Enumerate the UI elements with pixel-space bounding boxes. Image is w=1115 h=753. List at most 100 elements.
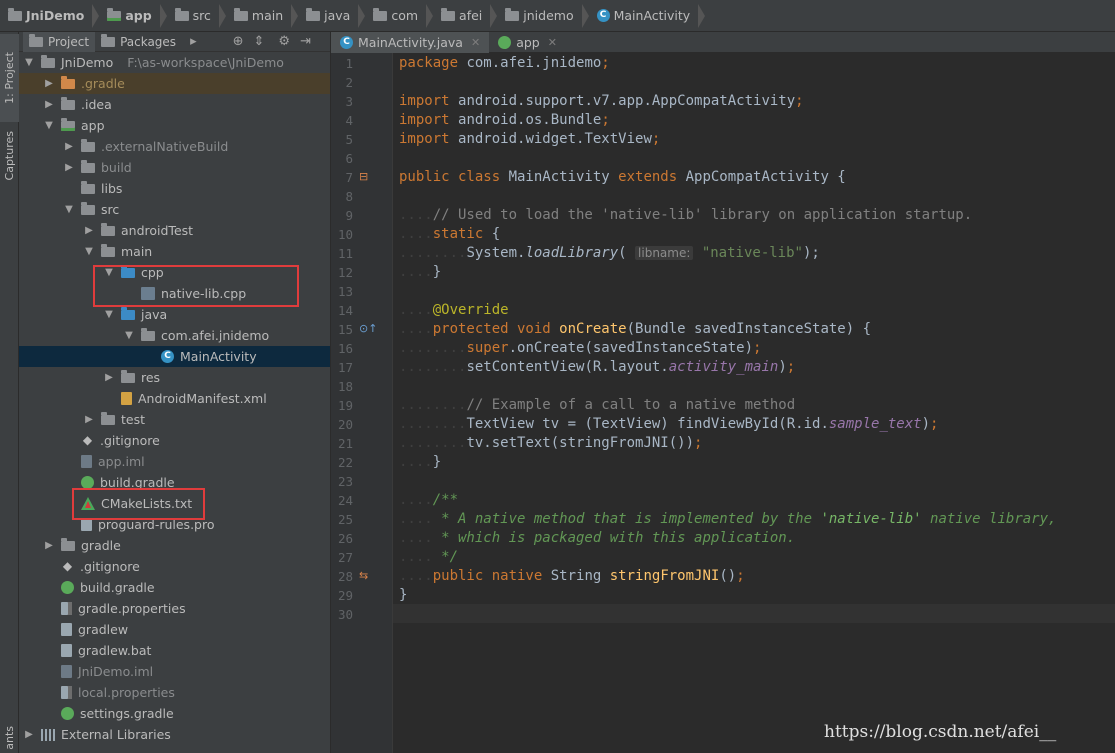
- tree-item[interactable]: ▶ External Libraries: [19, 724, 330, 745]
- tree-item-label: settings.gradle: [80, 706, 174, 721]
- tree-item[interactable]: gradlew.bat: [19, 640, 330, 661]
- tree-item[interactable]: ▼ JniDemo F:\as-workspace\JniDemo: [19, 52, 330, 73]
- tree-item[interactable]: .gitignore: [19, 556, 330, 577]
- expand-right-icon[interactable]: ▶: [103, 372, 115, 383]
- captures-tool-button[interactable]: Captures: [0, 124, 19, 188]
- close-icon[interactable]: ✕: [548, 36, 557, 49]
- close-icon[interactable]: ✕: [471, 36, 480, 49]
- tree-item[interactable]: gradlew: [19, 619, 330, 640]
- code-token: /**: [432, 492, 459, 508]
- code-token: ;: [601, 112, 610, 128]
- jni-navigate-icon[interactable]: ⇆: [359, 566, 368, 585]
- tree-item[interactable]: ▼ com.afei.jnidemo: [19, 325, 330, 346]
- tree-item-label: com.afei.jnidemo: [161, 328, 270, 343]
- gear-icon[interactable]: ⚙: [278, 34, 290, 49]
- editor-tab[interactable]: MainActivity.java ✕: [331, 32, 490, 53]
- package-icon: [141, 327, 155, 341]
- code-line: .... */: [399, 548, 458, 567]
- tab-packages[interactable]: Packages: [95, 32, 182, 52]
- tree-item-label: res: [141, 370, 161, 385]
- tree-item[interactable]: ▼ java: [19, 304, 330, 325]
- tree-item[interactable]: ▶ .idea: [19, 94, 330, 115]
- tree-item[interactable]: gradle.properties: [19, 598, 330, 619]
- locate-icon[interactable]: ⊕: [233, 34, 244, 49]
- override-method-icon[interactable]: ⊙↑: [359, 319, 377, 338]
- expand-right-icon[interactable]: ▶: [23, 729, 35, 740]
- expand-down-icon[interactable]: ▼: [63, 204, 75, 215]
- expand-down-icon[interactable]: ▼: [123, 330, 135, 341]
- tree-item[interactable]: ▶ res: [19, 367, 330, 388]
- breadcrumb-item[interactable]: jnidemo: [501, 0, 592, 31]
- scope-chevron-icon[interactable]: ▸: [190, 34, 197, 49]
- tree-item-label: AndroidManifest.xml: [138, 391, 267, 406]
- tree-item[interactable]: JniDemo.iml: [19, 661, 330, 682]
- breadcrumb-item[interactable]: JniDemo: [4, 0, 103, 31]
- navigation-breadcrumb: JniDemo app src main java com afei jnidemo MainA…: [0, 0, 1115, 32]
- code-token: ........: [399, 397, 467, 413]
- expand-right-icon[interactable]: ▶: [83, 414, 95, 425]
- breadcrumb-item[interactable]: java: [302, 0, 369, 31]
- project-tool-button[interactable]: 1: Project: [0, 34, 19, 122]
- tree-item[interactable]: build.gradle: [19, 577, 330, 598]
- folder-icon: [81, 180, 95, 194]
- variants-tool-button[interactable]: ants: [0, 724, 19, 752]
- line-number: 30: [337, 607, 353, 622]
- expand-down-icon[interactable]: ▼: [103, 309, 115, 320]
- expand-right-icon[interactable]: ▶: [43, 540, 55, 551]
- code-editor[interactable]: ⊟ ⊙↑ ⇆ 1 2 3 4 5 6 7 8 9 10 11 12 13 14 15 16 17 18 19 20 21…: [331, 53, 1115, 753]
- expand-right-icon[interactable]: ▶: [43, 99, 55, 110]
- breadcrumb-item[interactable]: com: [369, 0, 437, 31]
- expand-right-icon[interactable]: ▶: [83, 225, 95, 236]
- expand-down-icon[interactable]: ▼: [43, 120, 55, 131]
- highlight-box-cpp: [93, 265, 299, 307]
- expand-down-icon[interactable]: ▼: [83, 246, 95, 257]
- tree-item[interactable]: ▼ src: [19, 199, 330, 220]
- breadcrumb-label: main: [251, 8, 284, 23]
- tree-item-label: test: [121, 412, 146, 427]
- tree-item[interactable]: settings.gradle: [19, 703, 330, 724]
- tree-item[interactable]: ▶ androidTest: [19, 220, 330, 241]
- tree-item[interactable]: MainActivity: [19, 346, 330, 367]
- expand-down-icon[interactable]: ▼: [23, 57, 35, 68]
- parameter-hint: libname:: [635, 246, 694, 260]
- collapse-all-icon[interactable]: ⇕: [254, 34, 265, 49]
- chevron-right-icon: [698, 3, 706, 28]
- tree-item[interactable]: ▶ test: [19, 409, 330, 430]
- hide-panel-icon[interactable]: ⇥: [300, 34, 311, 49]
- tree-item[interactable]: ▼ main: [19, 241, 330, 262]
- breadcrumb-item[interactable]: app: [103, 0, 170, 31]
- code-token: ........: [399, 340, 467, 356]
- breadcrumb-item[interactable]: afei: [437, 0, 501, 31]
- code-token: public native: [432, 568, 551, 584]
- folder-icon: [61, 537, 75, 551]
- tree-item[interactable]: AndroidManifest.xml: [19, 388, 330, 409]
- breadcrumb-item[interactable]: src: [171, 0, 230, 31]
- tree-item[interactable]: ▶ .externalNativeBuild: [19, 136, 330, 157]
- tree-item-label: gradle.properties: [78, 601, 186, 616]
- expand-right-icon[interactable]: ▶: [43, 78, 55, 89]
- android-activity-icon[interactable]: ⊟: [359, 167, 368, 186]
- tree-item[interactable]: ▶ .gradle: [19, 73, 330, 94]
- tree-item[interactable]: .gitignore: [19, 430, 330, 451]
- code-token: * which is packaged with this applicatio…: [432, 530, 796, 546]
- tree-item[interactable]: local.properties: [19, 682, 330, 703]
- tree-item[interactable]: app.iml: [19, 451, 330, 472]
- breadcrumb-item[interactable]: MainActivity: [593, 0, 710, 31]
- code-token: {: [491, 226, 501, 242]
- tree-item-label: java: [141, 307, 168, 322]
- code-token: .onCreate(savedInstanceState): [508, 340, 754, 356]
- tree-item[interactable]: ▶ gradle: [19, 535, 330, 556]
- chevron-right-icon: [426, 3, 434, 28]
- project-panel: Project Packages ▸ ⊕ ⇕ ⚙ ⇥ ▼ JniDemo F:\as-works…: [19, 32, 330, 753]
- breadcrumb-item[interactable]: main: [230, 0, 302, 31]
- editor-tab[interactable]: app ✕: [489, 32, 566, 53]
- tree-item[interactable]: libs: [19, 178, 330, 199]
- tab-project[interactable]: Project: [23, 32, 96, 52]
- tree-item[interactable]: ▼ app: [19, 115, 330, 136]
- expand-right-icon[interactable]: ▶: [63, 141, 75, 152]
- tree-item[interactable]: ▶ build: [19, 157, 330, 178]
- expand-right-icon[interactable]: ▶: [63, 162, 75, 173]
- folder-icon: [81, 138, 95, 152]
- chevron-right-icon: [92, 3, 100, 28]
- breadcrumb-label: src: [192, 8, 211, 23]
